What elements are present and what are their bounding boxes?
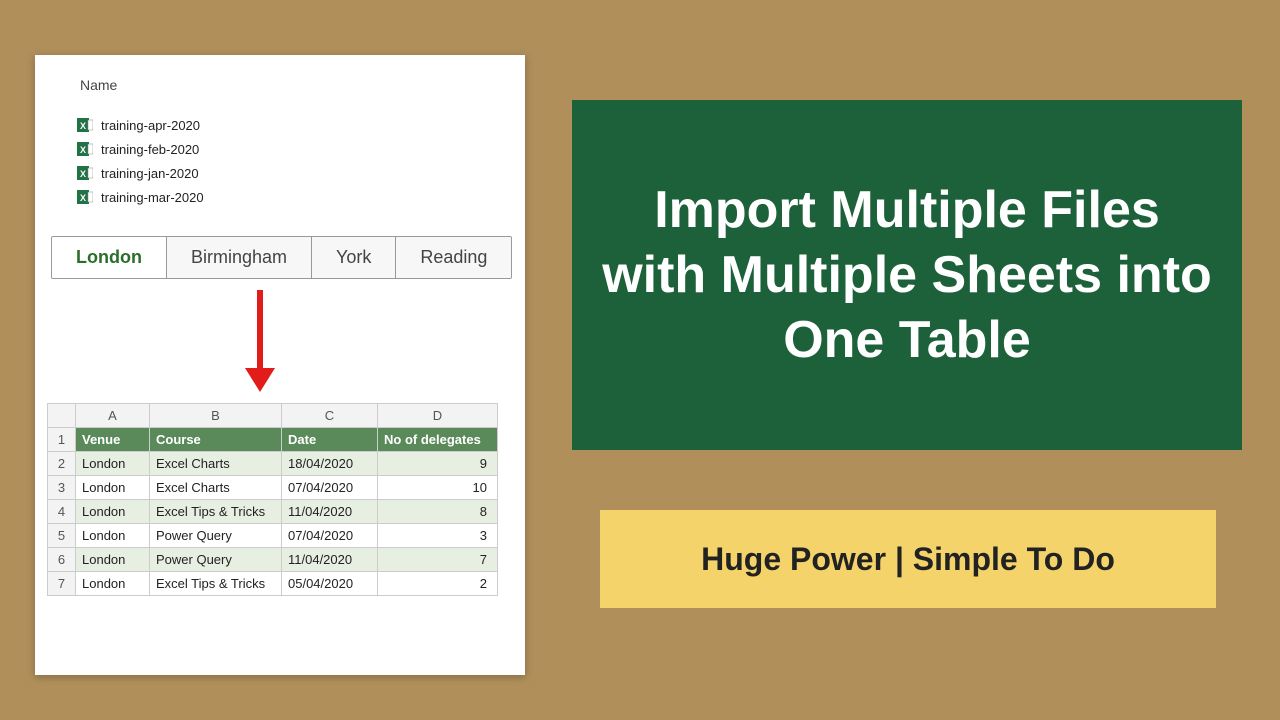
- tab-reading[interactable]: Reading: [396, 237, 511, 278]
- table-header-row: 1 Venue Course Date No of delegates: [48, 428, 498, 452]
- svg-text:X: X: [80, 193, 86, 203]
- cell-delegates[interactable]: 2: [378, 572, 498, 596]
- row-number[interactable]: 7: [48, 572, 76, 596]
- table-row: 7 London Excel Tips & Tricks 05/04/2020 …: [48, 572, 498, 596]
- row-number[interactable]: 3: [48, 476, 76, 500]
- svg-text:X: X: [80, 169, 86, 179]
- cell-delegates[interactable]: 9: [378, 452, 498, 476]
- row-number[interactable]: 1: [48, 428, 76, 452]
- corner-cell: [48, 404, 76, 428]
- cell-date[interactable]: 07/04/2020: [282, 524, 378, 548]
- cell-venue[interactable]: London: [76, 572, 150, 596]
- cell-course[interactable]: Excel Charts: [150, 476, 282, 500]
- file-item[interactable]: X training-apr-2020: [77, 113, 204, 137]
- cell-date[interactable]: 07/04/2020: [282, 476, 378, 500]
- table-row: 5 London Power Query 07/04/2020 3: [48, 524, 498, 548]
- excel-file-icon: X: [77, 165, 93, 181]
- table-row: 2 London Excel Charts 18/04/2020 9: [48, 452, 498, 476]
- excel-file-icon: X: [77, 141, 93, 157]
- table-row: 4 London Excel Tips & Tricks 11/04/2020 …: [48, 500, 498, 524]
- col-header[interactable]: C: [282, 404, 378, 428]
- svg-text:X: X: [80, 121, 86, 131]
- col-header[interactable]: D: [378, 404, 498, 428]
- file-name: training-feb-2020: [101, 142, 199, 157]
- cell-date[interactable]: 11/04/2020: [282, 548, 378, 572]
- cell-delegates[interactable]: 8: [378, 500, 498, 524]
- svg-text:X: X: [80, 145, 86, 155]
- cell-date[interactable]: 11/04/2020: [282, 500, 378, 524]
- cell-venue[interactable]: London: [76, 476, 150, 500]
- cell-date[interactable]: 18/04/2020: [282, 452, 378, 476]
- sheet-tabs: London Birmingham York Reading: [51, 236, 512, 279]
- col-header[interactable]: A: [76, 404, 150, 428]
- main-title: Import Multiple Files with Multiple Shee…: [602, 178, 1212, 373]
- row-number[interactable]: 5: [48, 524, 76, 548]
- file-name: training-mar-2020: [101, 190, 204, 205]
- row-number[interactable]: 4: [48, 500, 76, 524]
- cell-venue[interactable]: London: [76, 500, 150, 524]
- cell-date[interactable]: 05/04/2020: [282, 572, 378, 596]
- cell-course[interactable]: Excel Tips & Tricks: [150, 500, 282, 524]
- col-header[interactable]: B: [150, 404, 282, 428]
- cell-venue[interactable]: London: [76, 452, 150, 476]
- cell-venue[interactable]: London: [76, 548, 150, 572]
- header-cell[interactable]: Course: [150, 428, 282, 452]
- cell-course[interactable]: Power Query: [150, 524, 282, 548]
- file-list: X training-apr-2020 X training-feb-2020 …: [77, 113, 204, 209]
- table-row: 6 London Power Query 11/04/2020 7: [48, 548, 498, 572]
- header-cell[interactable]: No of delegates: [378, 428, 498, 452]
- cell-delegates[interactable]: 7: [378, 548, 498, 572]
- row-number[interactable]: 6: [48, 548, 76, 572]
- cell-course[interactable]: Excel Charts: [150, 452, 282, 476]
- title-panel: Import Multiple Files with Multiple Shee…: [572, 100, 1242, 450]
- cell-course[interactable]: Power Query: [150, 548, 282, 572]
- header-cell[interactable]: Venue: [76, 428, 150, 452]
- table-row: 3 London Excel Charts 07/04/2020 10: [48, 476, 498, 500]
- excel-file-icon: X: [77, 117, 93, 133]
- excel-file-icon: X: [77, 189, 93, 205]
- left-panel: Name X training-apr-2020 X training-feb-…: [35, 55, 525, 675]
- name-column-header: Name: [80, 77, 117, 93]
- arrow-down-icon: [245, 290, 275, 395]
- tab-york[interactable]: York: [312, 237, 396, 278]
- subtitle-text: Huge Power | Simple To Do: [701, 541, 1115, 578]
- row-number[interactable]: 2: [48, 452, 76, 476]
- header-cell[interactable]: Date: [282, 428, 378, 452]
- file-item[interactable]: X training-jan-2020: [77, 161, 204, 185]
- cell-venue[interactable]: London: [76, 524, 150, 548]
- cell-delegates[interactable]: 3: [378, 524, 498, 548]
- subtitle-panel: Huge Power | Simple To Do: [600, 510, 1216, 608]
- file-name: training-jan-2020: [101, 166, 199, 181]
- cell-delegates[interactable]: 10: [378, 476, 498, 500]
- spreadsheet-table: A B C D 1 Venue Course Date No of delega…: [47, 403, 498, 596]
- file-item[interactable]: X training-mar-2020: [77, 185, 204, 209]
- cell-course[interactable]: Excel Tips & Tricks: [150, 572, 282, 596]
- tab-london[interactable]: London: [52, 237, 167, 278]
- file-item[interactable]: X training-feb-2020: [77, 137, 204, 161]
- tab-birmingham[interactable]: Birmingham: [167, 237, 312, 278]
- file-name: training-apr-2020: [101, 118, 200, 133]
